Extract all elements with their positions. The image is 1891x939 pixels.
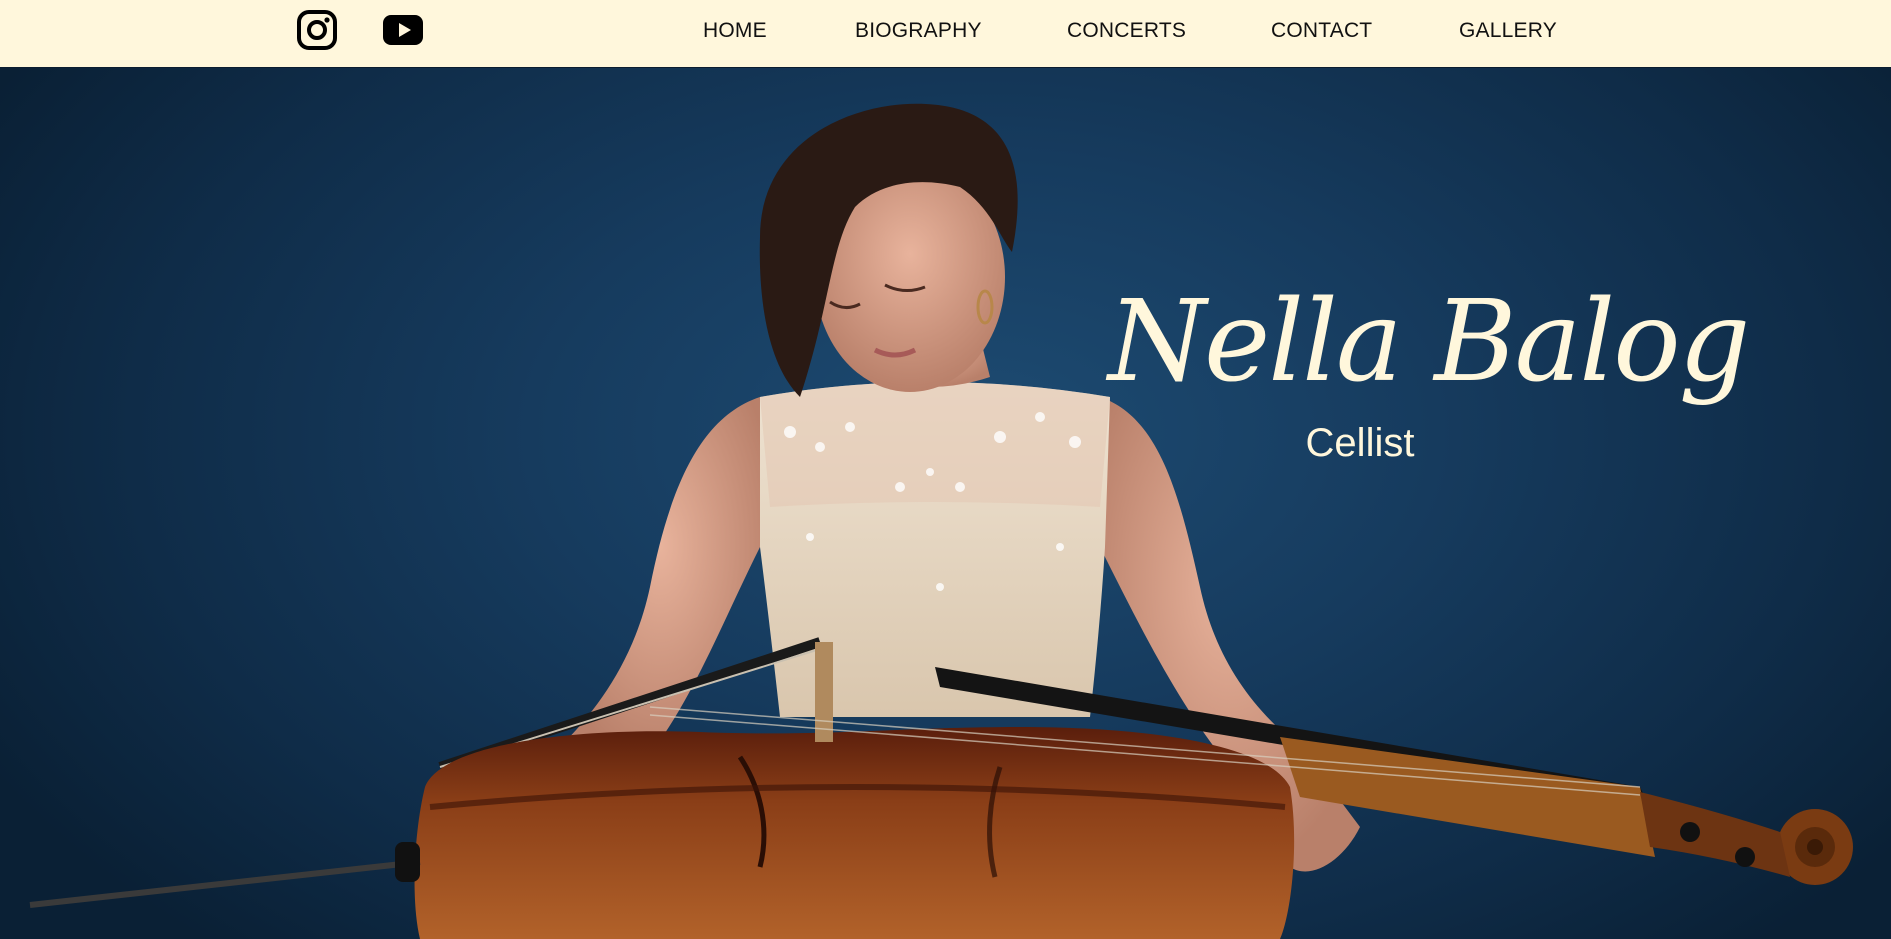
nav-contact[interactable]: CONTACT	[1271, 18, 1372, 44]
artist-name: Nella Balog	[1108, 277, 1750, 407]
site-header: HOME BIOGRAPHY CONCERTS CONTACT GALLERY	[0, 0, 1891, 68]
hero-banner: Nella Balog Cellist	[0, 67, 1891, 939]
nav-concerts[interactable]: CONCERTS	[1067, 18, 1186, 44]
nav-gallery[interactable]: GALLERY	[1459, 18, 1557, 44]
artist-subtitle: Cellist	[1305, 421, 1415, 465]
youtube-icon[interactable]	[382, 9, 424, 51]
nav-biography[interactable]: BIOGRAPHY	[855, 18, 982, 44]
hero-photo	[29, 103, 1853, 939]
nav-home[interactable]: HOME	[703, 18, 767, 44]
instagram-icon[interactable]	[296, 9, 338, 51]
